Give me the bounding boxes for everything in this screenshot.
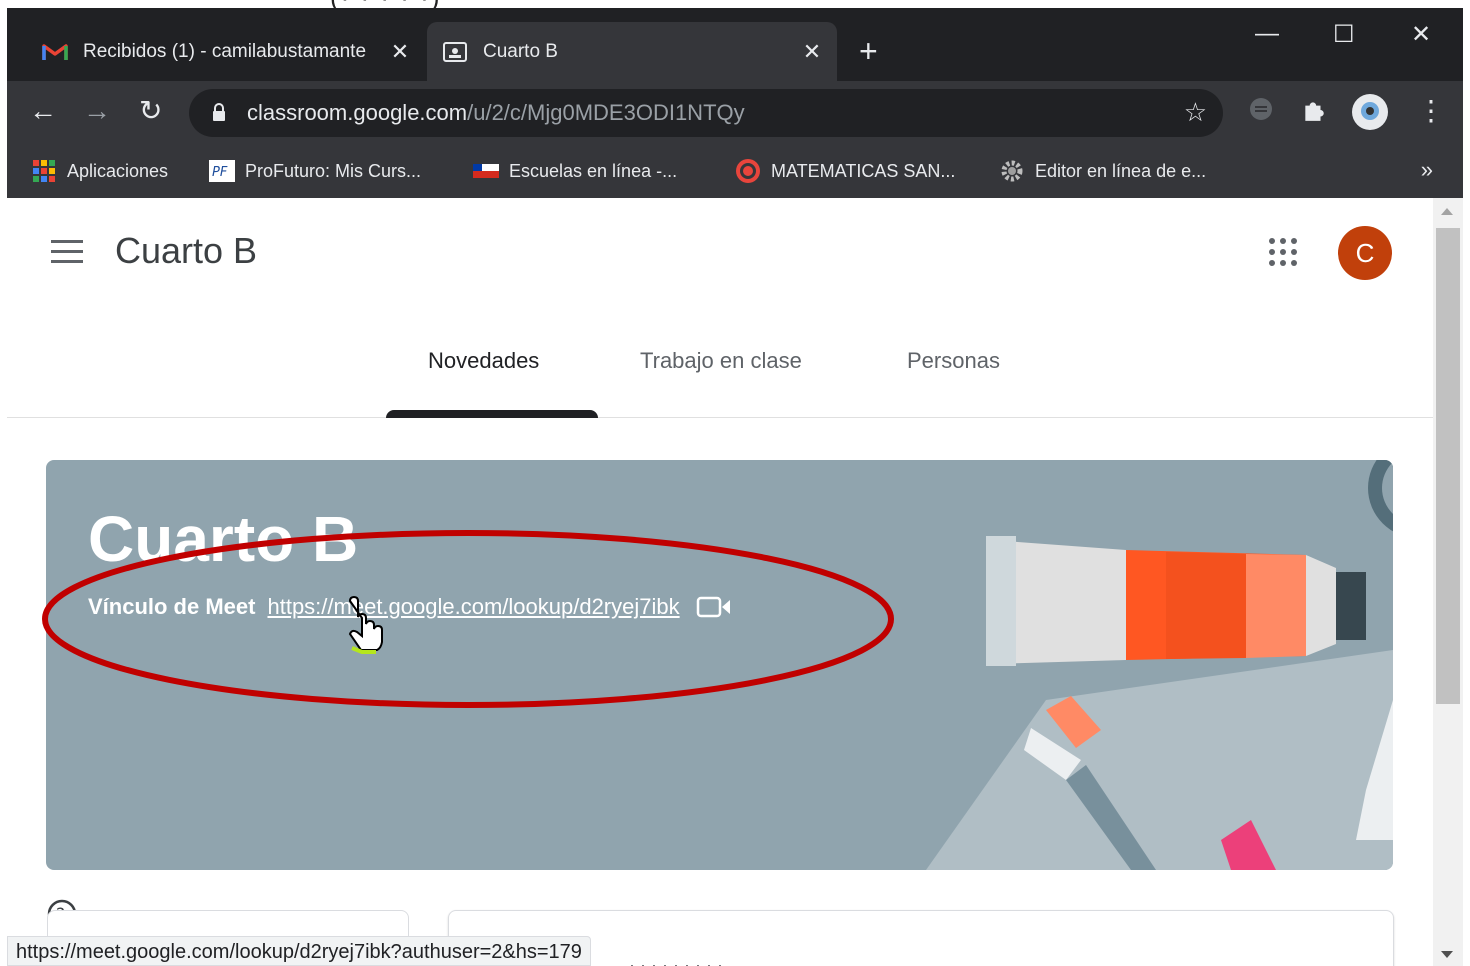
extension-icon[interactable]: [1249, 97, 1273, 121]
bookmark-label: ProFuturo: Mis Curs...: [245, 160, 422, 181]
new-tab-button[interactable]: +: [859, 34, 878, 68]
classroom-page: Cuarto B C Novedades Trabajo en clase Pe…: [7, 198, 1433, 966]
announce-placeholder-cut: · · · · · · · · ·: [629, 955, 723, 966]
url-path: /u/2/c/Mjg0MDE3ODI1NTQy: [467, 100, 745, 125]
bookmark-editor[interactable]: Editor en línea de e...: [999, 160, 1206, 182]
banner-title: Cuarto B: [88, 503, 359, 575]
lock-icon: [213, 103, 225, 121]
tab-title: Recibidos (1) - camilabustamante: [83, 40, 367, 62]
profile-avatar-icon[interactable]: [1351, 93, 1389, 131]
url-text: classroom.google.com/u/2/c/Mjg0MDE3ODI1N…: [247, 100, 745, 126]
gear-icon: [999, 160, 1025, 182]
class-banner: Cuarto B Vínculo de Meet https://meet.go…: [46, 460, 1393, 870]
extensions-puzzle-icon[interactable]: [1301, 97, 1327, 123]
classroom-icon: [441, 41, 469, 63]
tab-strip: Recibidos (1) - camilabustamante ✕ Cuart…: [7, 8, 1463, 81]
maximize-icon[interactable]: ☐: [1333, 20, 1355, 49]
browser-window: Recibidos (1) - camilabustamante ✕ Cuart…: [7, 8, 1463, 198]
close-window-icon[interactable]: ✕: [1411, 20, 1431, 49]
scroll-down-icon[interactable]: [1441, 951, 1453, 958]
meet-label: Vínculo de Meet: [88, 594, 256, 619]
bookmark-label: Escuelas en línea -...: [509, 160, 678, 181]
active-tab-indicator: [386, 410, 598, 418]
target-icon: [735, 159, 761, 183]
page-scrollbar[interactable]: [1433, 198, 1463, 966]
tab-novedades[interactable]: Novedades: [428, 348, 539, 374]
video-camera-icon[interactable]: [696, 594, 732, 620]
top-crop-strip: (· · · · ·): [0, 0, 1470, 8]
url-host: classroom.google.com: [247, 100, 468, 125]
bookmark-label: MATEMATICAS SAN...: [771, 160, 956, 181]
bookmark-profuturo[interactable]: PF ProFuturo: Mis Curs...: [209, 160, 421, 182]
apps-grid-icon: [31, 160, 57, 182]
hamburger-menu-icon[interactable]: [51, 240, 83, 264]
flag-icon: [473, 160, 499, 182]
menu-kebab-icon[interactable]: ⋮: [1417, 95, 1445, 127]
cropped-text: (· · · · ·): [330, 0, 442, 8]
bookmark-matematicas[interactable]: MATEMATICAS SAN...: [735, 159, 956, 183]
tab-gmail[interactable]: Recibidos (1) - camilabustamante ✕: [27, 22, 425, 81]
tab-classroom[interactable]: Cuarto B ✕: [427, 22, 837, 81]
close-tab-icon[interactable]: ✕: [797, 39, 827, 65]
profuturo-icon: PF: [209, 160, 235, 182]
gmail-icon: [41, 41, 69, 63]
class-tabs: Novedades Trabajo en clase Personas: [7, 316, 1433, 418]
bookmark-star-icon[interactable]: ☆: [1184, 97, 1207, 128]
close-tab-icon[interactable]: ✕: [385, 39, 415, 65]
back-icon[interactable]: ←: [29, 95, 57, 127]
svg-text:PF: PF: [212, 165, 228, 180]
minimize-icon[interactable]: —: [1255, 20, 1279, 48]
bookmarks-overflow-button[interactable]: »: [1421, 157, 1433, 183]
meet-link[interactable]: https://meet.google.com/lookup/d2ryej7ib…: [267, 594, 679, 620]
bookmarks-bar: Aplicaciones PF ProFuturo: Mis Curs... E…: [7, 145, 1463, 198]
tab-title: Cuarto B: [483, 40, 558, 62]
reload-icon[interactable]: ↻: [139, 95, 162, 127]
meet-link-row: Vínculo de Meet https://meet.google.com/…: [88, 594, 732, 620]
link-status-bar: https://meet.google.com/lookup/d2ryej7ib…: [7, 936, 591, 966]
scroll-up-icon[interactable]: [1441, 208, 1453, 215]
scroll-thumb[interactable]: [1436, 228, 1460, 704]
bookmark-label: Editor en línea de e...: [1035, 160, 1207, 181]
page-title: Cuarto B: [115, 230, 258, 271]
bookmark-escuelas[interactable]: Escuelas en línea -...: [473, 160, 677, 182]
bookmark-aplicaciones[interactable]: Aplicaciones: [31, 160, 168, 182]
address-bar[interactable]: classroom.google.com/u/2/c/Mjg0MDE3ODI1N…: [189, 89, 1223, 137]
avatar[interactable]: C: [1338, 226, 1392, 280]
bookmark-label: Aplicaciones: [67, 160, 169, 181]
tab-personas[interactable]: Personas: [907, 348, 1000, 374]
google-apps-icon[interactable]: [1269, 238, 1297, 266]
forward-icon[interactable]: →: [83, 95, 111, 127]
browser-toolbar: ← → ↻ classroom.google.com/u/2/c/Mjg0MDE…: [7, 81, 1463, 145]
tab-trabajo-en-clase[interactable]: Trabajo en clase: [640, 348, 802, 374]
